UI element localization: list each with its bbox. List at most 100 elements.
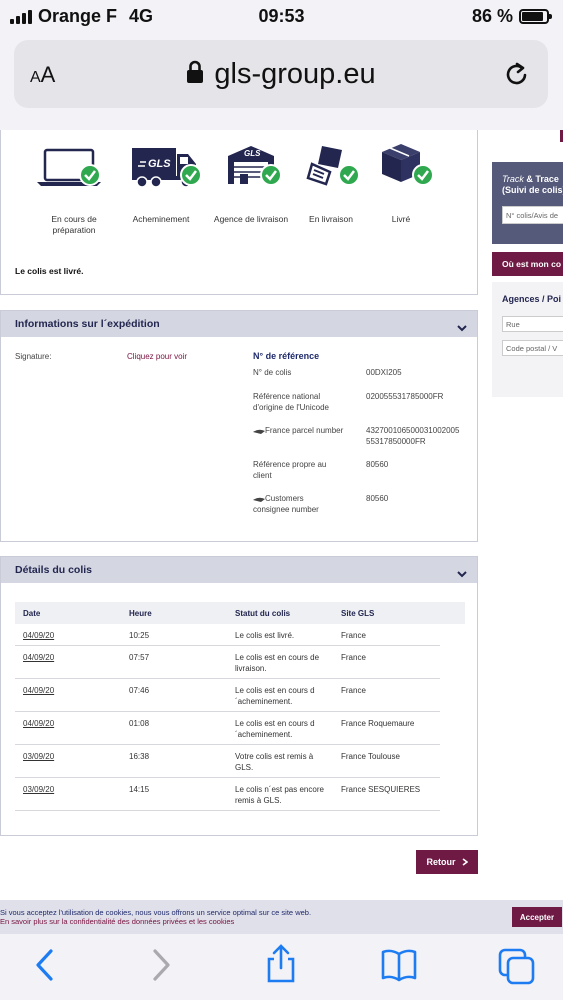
battery-percent: 86 % xyxy=(471,6,513,26)
row-site: France SESQUIERES xyxy=(341,785,421,794)
step-label: Livré xyxy=(391,214,411,224)
row-status: Le colis n´est pas encore remis à GLS. xyxy=(235,785,324,805)
page-content: En cours de préparation GLS Acheminement… xyxy=(0,130,563,900)
check-icon xyxy=(180,164,202,186)
back-icon[interactable] xyxy=(34,948,56,987)
share-icon[interactable] xyxy=(264,944,298,989)
url-field[interactable]: AA gls-group.eu xyxy=(14,40,548,108)
parcel-number-input[interactable]: N° colis/Avis de xyxy=(502,206,563,224)
row-status: Le colis est en cours d ´acheminement. xyxy=(235,686,315,706)
column-header: Site GLS xyxy=(341,609,375,618)
status-bar: Orange F 4G 09:53 86 % xyxy=(0,0,563,34)
ref-value: 80560 xyxy=(366,494,389,503)
tracking-progress-panel: En cours de préparation GLS Acheminement… xyxy=(0,130,478,295)
row-status: Le colis est livré. xyxy=(235,631,295,640)
ref-label: Référence national d'origine de l'Unicod… xyxy=(253,392,329,412)
table-header: Date Heure Statut du colis Site GLS xyxy=(15,602,465,624)
step-label: Acheminement xyxy=(132,214,190,224)
row-status: Le colis est en cours de livraison. xyxy=(235,653,320,673)
row-date[interactable]: 04/09/20 xyxy=(23,718,54,729)
shipment-info-header[interactable]: Informations sur l´expédition xyxy=(1,311,477,337)
tracking-steps: En cours de préparation GLS Acheminement… xyxy=(37,142,461,235)
signature-label: Signature: xyxy=(15,352,52,361)
reference-title: N° de référence xyxy=(253,351,320,361)
table-row: 04/09/20 07:57 Le colis est en cours de … xyxy=(15,646,440,679)
row-site: France xyxy=(341,653,366,662)
check-icon xyxy=(260,164,282,186)
ref-label: France parcel number xyxy=(265,426,344,435)
track-trace-box: Track & Trace (Suivi de colis) N° colis/A… xyxy=(492,162,563,244)
parcel-details-panel: Détails du colis Date Heure Statut du co… xyxy=(0,556,478,836)
retour-label: Retour xyxy=(426,857,456,867)
row-site: France Toulouse xyxy=(341,752,400,761)
row-site: France Roquemaure xyxy=(341,719,415,728)
row-site: France xyxy=(341,631,366,640)
retour-button[interactable]: Retour xyxy=(416,850,478,874)
cookie-line-1: Si vous acceptez l'utilisation de cookie… xyxy=(0,908,312,917)
svg-text:GLS: GLS xyxy=(148,158,171,170)
where-is-my-parcel-button[interactable]: Où est mon co xyxy=(492,252,563,276)
check-icon xyxy=(412,164,434,186)
panel-title: Informations sur l´expédition xyxy=(15,318,160,330)
check-icon xyxy=(79,164,101,186)
signature-link[interactable]: Cliquez pour voir xyxy=(127,351,187,362)
agencies-box: Agences / Poi Rue Code postal / V xyxy=(492,282,563,397)
battery-info: 86 % xyxy=(471,6,552,27)
row-site: France xyxy=(341,686,366,695)
table-row: 03/09/20 14:15 Le colis n´est pas encore… xyxy=(15,778,440,811)
step-label: Agence de livraison xyxy=(213,214,289,224)
tabs-icon[interactable] xyxy=(498,948,536,991)
bookmarks-icon[interactable] xyxy=(380,948,418,987)
row-time: 10:25 xyxy=(129,631,150,640)
accept-cookies-button[interactable]: Accepter xyxy=(512,907,562,927)
row-time: 14:15 xyxy=(129,785,150,794)
row-date[interactable]: 04/09/20 xyxy=(23,652,54,663)
row-date[interactable]: 03/09/20 xyxy=(23,784,54,795)
ref-value: 00DXI205 xyxy=(366,368,402,377)
reload-icon[interactable] xyxy=(504,60,530,93)
chevron-right-icon xyxy=(462,858,468,866)
column-header: Statut du colis xyxy=(235,609,291,618)
delivery-status-text: Le colis est livré. xyxy=(15,266,84,276)
row-time: 07:57 xyxy=(129,653,150,662)
browser-address-bar: AA gls-group.eu xyxy=(0,34,563,130)
cookie-text: Si vous acceptez l'utilisation de cookie… xyxy=(0,908,311,926)
table-row: 04/09/20 07:46 Le colis est en cours d ´… xyxy=(15,679,440,712)
svg-text:GLS: GLS xyxy=(244,149,261,158)
table-row: 04/09/20 01:08 Le colis est en cours d ´… xyxy=(15,712,440,745)
gls-arrow-icon xyxy=(253,429,265,434)
table-row: 04/09/20 10:25 Le colis est livré. Franc… xyxy=(15,624,440,646)
row-time: 01:08 xyxy=(129,719,150,728)
panel-title: Détails du colis xyxy=(15,564,93,576)
ref-label-customers: Customers consignee number xyxy=(253,493,338,515)
cookie-privacy-link[interactable]: En savoir plus sur la confidentialité de… xyxy=(0,917,311,926)
battery-icon xyxy=(519,9,552,24)
depot-icon: GLS xyxy=(228,146,274,184)
chevron-down-icon[interactable] xyxy=(457,319,467,337)
parcel-details-header[interactable]: Détails du colis xyxy=(1,557,477,583)
row-time: 16:38 xyxy=(129,752,150,761)
url-text: gls-group.eu xyxy=(214,58,376,90)
row-date[interactable]: 03/09/20 xyxy=(23,751,54,762)
ref-value: 80560 xyxy=(366,460,389,469)
ref-label: Référence propre au client xyxy=(253,460,327,480)
street-input[interactable]: Rue xyxy=(502,316,563,332)
row-time: 07:46 xyxy=(129,686,150,695)
shipment-info-panel: Informations sur l´expédition Signature:… xyxy=(0,310,478,542)
row-status: Le colis est en cours d ´acheminement. xyxy=(235,719,315,739)
ref-label: N° de colis xyxy=(253,368,292,377)
chevron-down-icon[interactable] xyxy=(457,565,467,583)
ref-label-france-parcel: France parcel number xyxy=(253,425,348,436)
row-status: Votre colis est remis à GLS. xyxy=(235,752,314,772)
ref-value: 432700106500031002005 55317850000FR xyxy=(366,426,460,446)
browser-toolbar xyxy=(0,934,563,1000)
column-header: Heure xyxy=(129,609,152,618)
row-date[interactable]: 04/09/20 xyxy=(23,685,54,696)
sidebar-top-edge xyxy=(492,130,563,142)
forward-icon[interactable] xyxy=(150,948,172,987)
row-date[interactable]: 04/09/20 xyxy=(23,630,54,641)
ref-value: 020055531785000FR xyxy=(366,392,444,401)
step-label: En cours de préparation xyxy=(51,214,97,235)
cookie-banner: Si vous acceptez l'utilisation de cookie… xyxy=(0,900,563,934)
postal-code-input[interactable]: Code postal / V xyxy=(502,340,563,356)
